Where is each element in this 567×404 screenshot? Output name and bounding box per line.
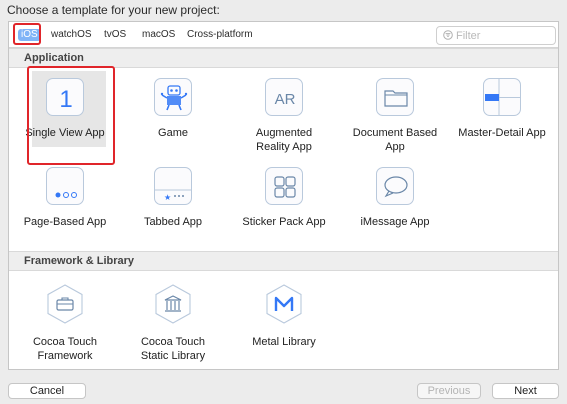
template-label: Tabbed App	[143, 216, 203, 228]
template-cocoa-touch-static-library[interactable]: Cocoa Touch Static Library	[127, 283, 219, 363]
template-single-view-app[interactable]: 1 Single View App	[19, 78, 111, 140]
filter-placeholder: Filter	[456, 30, 481, 42]
template-label: iMessage App	[360, 216, 430, 228]
svg-text:★: ★	[164, 193, 171, 202]
filter-field[interactable]: Filter	[436, 26, 556, 45]
template-label: Document Based App	[352, 127, 438, 153]
template-label: Cocoa Touch Static Library	[140, 336, 206, 362]
template-page-based-app[interactable]: Page-Based App	[19, 167, 111, 229]
game-icon	[154, 78, 192, 116]
template-augmented-reality-app[interactable]: AR Augmented Reality App	[238, 78, 330, 154]
filter-icon	[443, 30, 453, 43]
speech-bubble-icon	[376, 167, 414, 205]
template-label: Single View App	[25, 127, 105, 139]
template-master-detail-app[interactable]: Master-Detail App	[456, 78, 548, 140]
platform-tab-bar: iOS watchOS tvOS macOS Cross-platform Fi…	[9, 22, 558, 48]
library-building-icon	[152, 283, 194, 325]
next-button[interactable]: Next	[492, 383, 559, 399]
template-label: Cocoa Touch Framework	[32, 336, 97, 362]
sticker-pack-icon	[265, 167, 303, 205]
template-label: Game	[158, 127, 188, 139]
svg-text:AR: AR	[275, 91, 296, 108]
template-label: Metal Library	[252, 336, 316, 348]
master-detail-icon	[483, 78, 521, 116]
svg-text:1: 1	[59, 86, 72, 113]
previous-button[interactable]: Previous	[417, 383, 481, 399]
tabbed-icon: ★	[154, 167, 192, 205]
template-sticker-pack-app[interactable]: Sticker Pack App	[238, 167, 330, 229]
section-header-application: Application	[9, 48, 558, 68]
toolbox-icon	[44, 283, 86, 325]
template-imessage-app[interactable]: iMessage App	[349, 167, 441, 229]
dialog-prompt: Choose a template for your new project:	[7, 3, 220, 17]
template-document-based-app[interactable]: Document Based App	[349, 78, 441, 154]
cancel-button[interactable]: Cancel	[8, 383, 86, 399]
tab-ios[interactable]: iOS	[18, 29, 41, 41]
ar-icon: AR	[265, 78, 303, 116]
template-tabbed-app[interactable]: ★ Tabbed App	[127, 167, 219, 229]
tab-cross-platform[interactable]: Cross-platform	[187, 29, 253, 41]
tab-macos[interactable]: macOS	[142, 29, 175, 41]
template-label: Page-Based App	[23, 216, 107, 228]
template-label: Master-Detail App	[458, 127, 546, 139]
metal-icon	[263, 283, 305, 325]
template-game[interactable]: Game	[127, 78, 219, 140]
template-cocoa-touch-framework[interactable]: Cocoa Touch Framework	[19, 283, 111, 363]
template-label: Sticker Pack App	[242, 216, 326, 228]
tab-watchos[interactable]: watchOS	[51, 29, 92, 41]
template-label: Augmented Reality App	[255, 127, 313, 153]
page-based-icon	[46, 167, 84, 205]
section-header-framework-library: Framework & Library	[9, 251, 558, 271]
folder-icon	[376, 78, 414, 116]
tab-tvos[interactable]: tvOS	[104, 29, 126, 41]
template-chooser-panel: iOS watchOS tvOS macOS Cross-platform Fi…	[8, 21, 559, 370]
template-metal-library[interactable]: Metal Library	[238, 283, 330, 349]
single-view-icon: 1	[46, 78, 84, 116]
